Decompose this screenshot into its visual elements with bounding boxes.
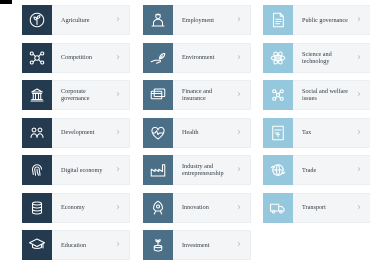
building-icon	[22, 80, 52, 110]
topic-label: Digital economy	[61, 166, 103, 174]
community-icon	[263, 80, 293, 110]
cards-icon	[143, 80, 173, 110]
topic-label: Environment	[182, 54, 215, 61]
factory-icon	[143, 155, 173, 185]
topic-tile-0-4[interactable]: Digital economy ›	[22, 155, 130, 185]
chevron-right-icon: ›	[357, 14, 361, 25]
chevron-right-icon: ›	[116, 164, 120, 175]
coins-icon	[22, 192, 52, 223]
topic-label: Science and technology	[302, 50, 332, 65]
chevron-right-icon: ›	[357, 201, 361, 213]
chevron-right-icon: ›	[116, 14, 120, 25]
chevron-right-icon: ›	[237, 164, 241, 175]
chevron-right-icon: ›	[357, 126, 361, 138]
topic-label: Social and welfare issues	[302, 88, 349, 102]
topic-label: Innovation	[182, 204, 209, 211]
rocket-icon	[143, 192, 173, 223]
chevron-right-icon: ›	[237, 14, 241, 25]
atom-icon	[263, 42, 293, 73]
topic-tile-2-5[interactable]: Transport ›	[263, 192, 370, 223]
network-icon	[22, 42, 52, 73]
topic-tile-2-3[interactable]: Tax ›	[263, 117, 370, 148]
tax-document-icon	[263, 117, 293, 148]
chevron-right-icon: ›	[237, 201, 241, 213]
topic-label: Corporate governance	[61, 88, 90, 102]
corner-mark	[0, 0, 12, 4]
graduation-cap-icon	[22, 230, 52, 260]
chevron-right-icon: ›	[357, 164, 361, 175]
topic-tile-1-4[interactable]: Industry and entrepreneurship ›	[143, 155, 251, 185]
truck-icon	[263, 192, 293, 223]
topic-tile-1-5[interactable]: Innovation ›	[143, 192, 251, 223]
topic-label: Investment	[182, 241, 210, 249]
topic-tile-1-2[interactable]: Finance and insurance ›	[143, 80, 251, 110]
trade-icon	[263, 155, 293, 185]
topic-label: Economy	[61, 204, 85, 211]
topic-tile-0-6[interactable]: Education ›	[22, 230, 130, 260]
topic-label: Health	[182, 129, 199, 136]
document-icon	[263, 5, 293, 35]
topic-tile-0-1[interactable]: Competition ›	[22, 42, 130, 73]
topic-label: Transport	[302, 204, 326, 211]
chevron-right-icon: ›	[237, 51, 241, 63]
chevron-right-icon: ›	[116, 51, 120, 63]
plant-icon	[22, 5, 52, 35]
topic-tile-0-3[interactable]: Development ›	[22, 117, 130, 148]
chevron-right-icon: ›	[357, 89, 361, 100]
topic-label: Trade	[302, 166, 317, 174]
chevron-right-icon: ›	[116, 201, 120, 213]
topic-label: Competition	[61, 54, 92, 61]
hand-leaf-icon	[143, 42, 173, 73]
chevron-right-icon: ›	[116, 89, 120, 100]
topic-label: Education	[61, 241, 87, 249]
sprout-coins-icon	[143, 230, 173, 260]
topic-tile-0-5[interactable]: Economy ›	[22, 192, 130, 223]
topic-tile-2-2[interactable]: Social and welfare issues ›	[263, 80, 370, 110]
topic-label: Development	[61, 129, 95, 136]
heartbeat-icon	[143, 117, 173, 148]
chevron-right-icon: ›	[237, 126, 241, 138]
chevron-right-icon: ›	[237, 239, 241, 250]
topic-tile-0-2[interactable]: Corporate governance ›	[22, 80, 130, 110]
topic-label: Employment	[182, 16, 214, 24]
topic-tile-1-6[interactable]: Investment ›	[143, 230, 251, 260]
topic-label: Tax	[302, 129, 312, 136]
topic-tile-0-0[interactable]: Agriculture ›	[22, 5, 130, 35]
topic-label: Public governance	[302, 16, 348, 24]
fingerprint-icon	[22, 155, 52, 185]
topic-tile-2-4[interactable]: Trade ›	[263, 155, 370, 185]
chevron-right-icon: ›	[237, 89, 241, 100]
topic-label: Agriculture	[61, 16, 90, 24]
worker-icon	[143, 5, 173, 35]
topic-tile-2-0[interactable]: Public governance ›	[263, 5, 370, 35]
topic-tile-1-0[interactable]: Employment ›	[143, 5, 251, 35]
topic-tile-2-1[interactable]: Science and technology ›	[263, 42, 370, 73]
chevron-right-icon: ›	[116, 239, 120, 250]
chevron-right-icon: ›	[357, 51, 361, 63]
people-icon	[22, 117, 52, 148]
topic-tile-1-1[interactable]: Environment ›	[143, 42, 251, 73]
topic-label: Finance and insurance	[182, 88, 213, 102]
chevron-right-icon: ›	[116, 126, 120, 138]
topic-tile-1-3[interactable]: Health ›	[143, 117, 251, 148]
topic-label: Industry and entrepreneurship	[182, 163, 224, 177]
